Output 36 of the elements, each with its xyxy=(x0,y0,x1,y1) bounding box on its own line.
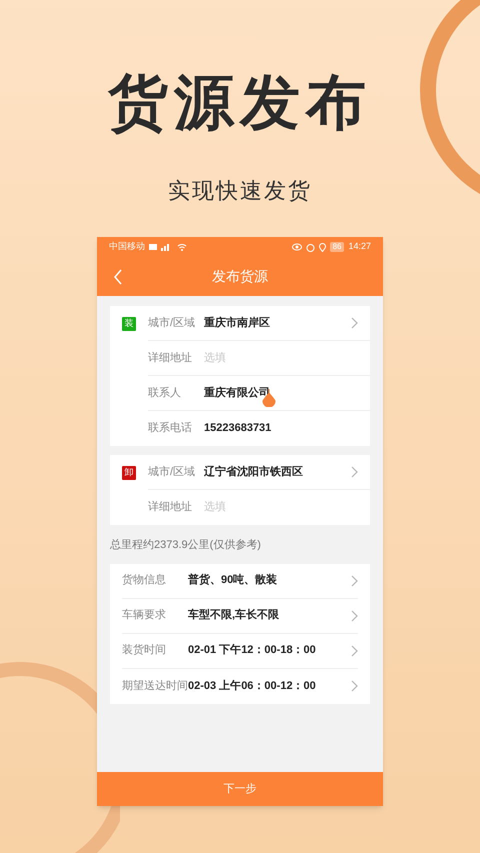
field-label: 城市/区域 xyxy=(148,316,196,331)
address-type-badge: 卸 xyxy=(122,466,136,480)
field-value[interactable]: 辽宁省沈阳市铁西区 xyxy=(204,464,303,480)
chevron-right-icon xyxy=(351,466,358,478)
battery-level: 86 xyxy=(330,242,344,252)
field-label: 联系电话 xyxy=(148,420,193,436)
field-label: 城市/区域 xyxy=(148,464,196,480)
address-type-badge: 装 xyxy=(122,317,136,330)
wifi-icon xyxy=(177,243,187,251)
chevron-right-icon xyxy=(351,644,358,656)
field-label: 详细地址 xyxy=(148,350,193,366)
alarm-icon xyxy=(306,242,315,252)
field-value[interactable]: 重庆市南岸区 xyxy=(204,314,270,332)
field-value[interactable]: 15223683731 xyxy=(204,420,272,437)
clock-time: 14:27 xyxy=(348,240,371,254)
screen-title: 发布货源 xyxy=(212,267,268,286)
location-icon xyxy=(318,242,326,252)
carrier-name: 中国移动 xyxy=(109,240,145,254)
field-label: 货物信息 xyxy=(122,573,167,588)
chevron-right-icon xyxy=(351,574,358,586)
field-value[interactable]: 车型不限,车长不限 xyxy=(188,607,351,624)
hero-subtitle: 实现快速发货 xyxy=(168,177,312,205)
hero-title: 货源发布 xyxy=(108,70,372,136)
field-label: 车辆要求 xyxy=(122,608,167,624)
field-label: 期望送达时间 xyxy=(122,678,188,694)
field-value[interactable]: 普货、90吨、散装 xyxy=(188,572,351,589)
field-value[interactable]: 02-03 上午06：00-12：00 xyxy=(188,678,351,694)
field-label: 详细地址 xyxy=(148,500,193,516)
distance-note: 总里程约2373.9公里(仅供参考) xyxy=(109,538,262,553)
field-value[interactable]: 02-01 下午12：00-18：00 xyxy=(188,642,351,659)
eye-icon xyxy=(292,243,302,251)
chevron-right-icon xyxy=(351,680,358,692)
field-label: 联系人 xyxy=(148,386,182,401)
field-label: 装货时间 xyxy=(122,643,167,658)
chevron-right-icon xyxy=(351,610,358,622)
chevron-right-icon xyxy=(351,317,358,329)
